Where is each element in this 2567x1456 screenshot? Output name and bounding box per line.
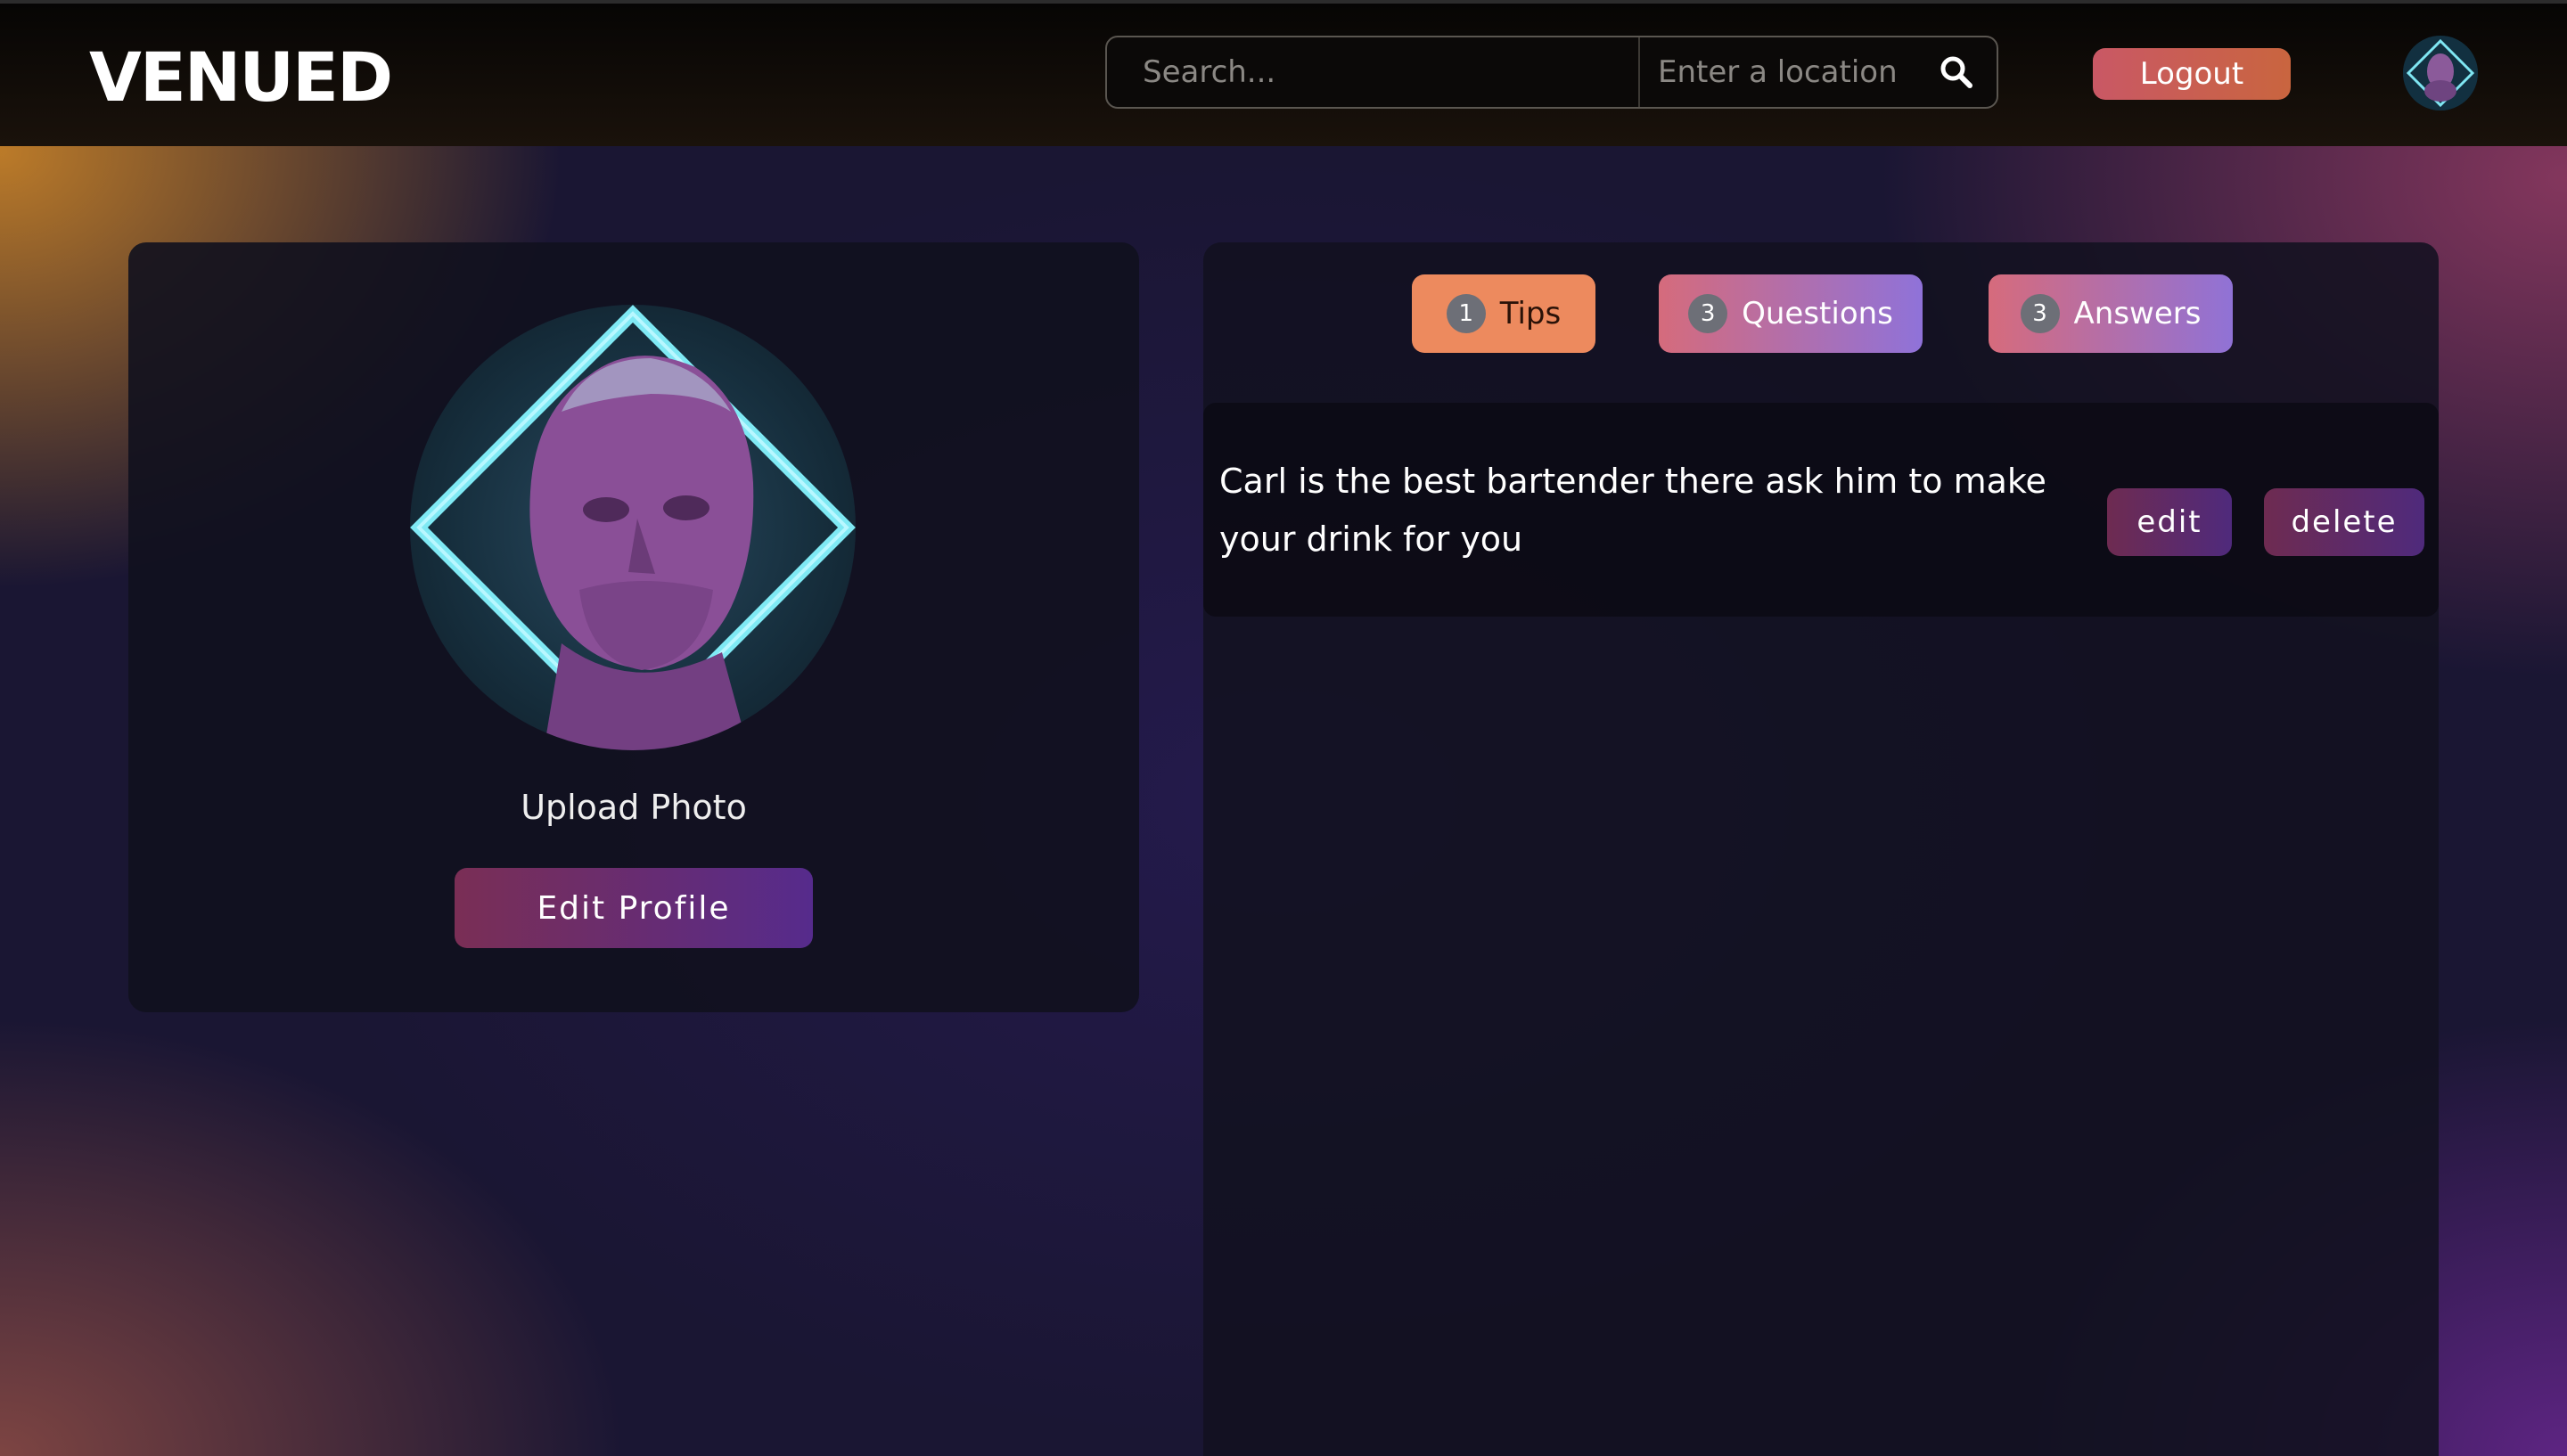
upload-photo-link[interactable]: Upload Photo bbox=[128, 788, 1139, 827]
edit-tip-button[interactable]: edit bbox=[2107, 488, 2232, 556]
logo-text: VENUED bbox=[89, 37, 393, 117]
tab-label: Answers bbox=[2073, 296, 2202, 331]
location-input[interactable] bbox=[1640, 37, 1916, 107]
profile-card: Upload Photo Edit Profile bbox=[128, 242, 1139, 1012]
search-icon bbox=[1940, 56, 1972, 88]
tab-answers[interactable]: 3 Answers bbox=[1989, 274, 2233, 353]
delete-tip-button[interactable]: delete bbox=[2264, 488, 2424, 556]
tip-text: Carl is the best bartender there ask him… bbox=[1219, 462, 2046, 559]
tab-label: Questions bbox=[1742, 296, 1893, 331]
profile-bust-image bbox=[410, 305, 856, 750]
tab-tips[interactable]: 1 Tips bbox=[1412, 274, 1595, 353]
edit-profile-button[interactable]: Edit Profile bbox=[455, 868, 813, 948]
logout-button[interactable]: Logout bbox=[2093, 48, 2291, 100]
tab-questions[interactable]: 3 Questions bbox=[1659, 274, 1923, 353]
search-bar bbox=[1105, 36, 1998, 109]
questions-count-badge: 3 bbox=[1688, 294, 1728, 333]
search-button[interactable] bbox=[1916, 37, 1997, 107]
user-avatar[interactable] bbox=[2403, 36, 2478, 110]
activity-panel: 1 Tips 3 Questions 3 Answers Carl is the… bbox=[1203, 242, 2439, 1456]
search-input[interactable] bbox=[1107, 37, 1638, 107]
tips-count-badge: 1 bbox=[1446, 294, 1486, 333]
tip-item: Carl is the best bartender there ask him… bbox=[1203, 403, 2439, 617]
profile-photo[interactable] bbox=[410, 305, 856, 750]
tab-label: Tips bbox=[1499, 296, 1562, 331]
avatar-icon bbox=[2403, 36, 2478, 110]
answers-count-badge: 3 bbox=[2020, 294, 2060, 333]
venued-logo[interactable]: VENUED bbox=[89, 37, 393, 118]
top-navbar: VENUED Logout bbox=[0, 0, 2567, 146]
